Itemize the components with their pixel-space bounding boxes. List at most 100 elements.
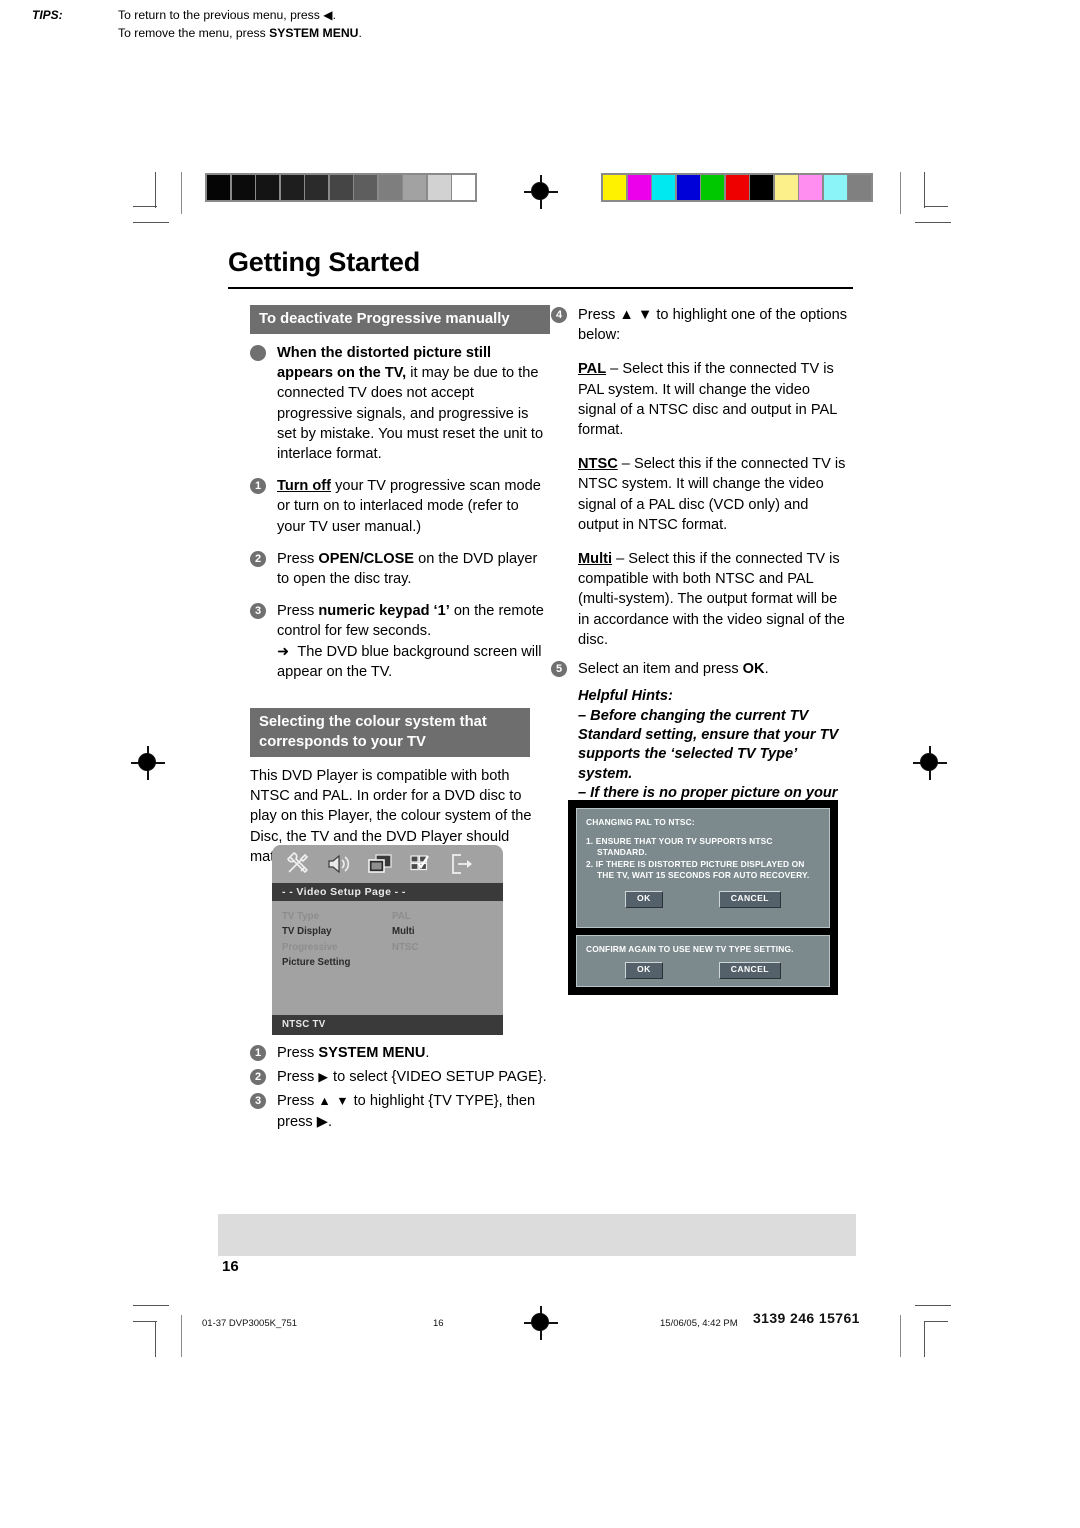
crop-mark-top-right-h	[924, 206, 948, 208]
arrow-right-glyph: ▶	[318, 1070, 329, 1085]
crop-mark-bottom-right-v	[924, 1321, 926, 1357]
bullet-dot-marker	[250, 345, 266, 361]
colour-swatch	[627, 175, 651, 200]
step-a2-post: to select {VIDEO SETUP PAGE}.	[328, 1069, 547, 1086]
crop-mark-bottom-left-h2	[133, 1321, 157, 1323]
greyscale-swatch	[427, 175, 451, 200]
step-marker-a3: 3	[250, 1093, 266, 1110]
step-3-numeric-keypad: 3 Press numeric keypad ‘1’ on the remote…	[250, 601, 550, 682]
step-2-open-close: 2 Press OPEN/CLOSE on the DVD player to …	[250, 549, 550, 589]
speaker-icon[interactable]	[326, 852, 353, 876]
step-marker-4: 4	[551, 307, 567, 323]
option-ntsc: NTSC – Select this if the connected TV i…	[551, 454, 851, 535]
step-a1-pre: Press	[277, 1045, 319, 1061]
dialog-panel2-cancel-button[interactable]: CANCEL	[718, 961, 781, 979]
step-marker-3: 3	[250, 603, 266, 620]
crop-mark-top-left-bleed	[181, 172, 183, 214]
osd-video-setup-page: - - Video Setup Page - - TV Type PAL TV D…	[272, 845, 503, 1035]
step-3-pre: Press	[277, 603, 319, 620]
page-number: 16	[222, 1258, 239, 1275]
step-marker-a2: 2	[250, 1069, 266, 1086]
option-pal: PAL – Select this if the connected TV is…	[551, 359, 851, 440]
osd-label-tv-type: TV Type	[282, 911, 319, 922]
greyscale-swatch	[452, 175, 475, 200]
tv-warning-dialog-screenshot: CHANGING PAL TO NTSC: 1. ENSURE THAT YOU…	[568, 800, 838, 995]
steps-after-osd: 1 Press SYSTEM MENU. 2 Press ▶ to select…	[250, 1043, 550, 1144]
right-column: 4 Press ▲ ▼ to highlight one of the opti…	[551, 305, 851, 855]
preferences-icon[interactable]	[408, 852, 435, 876]
colour-swatch	[799, 175, 822, 200]
step-a3-pre: Press	[277, 1093, 319, 1110]
greyscale-swatch	[403, 175, 426, 200]
crop-mark-bottom-left-v	[155, 1321, 157, 1357]
greyscale-swatch	[207, 175, 230, 200]
crop-mark-top-left-v	[155, 172, 157, 208]
step-a1-bold: SYSTEM MENU	[318, 1045, 426, 1061]
colour-swatch	[823, 175, 847, 200]
option-multi-name: Multi	[578, 551, 613, 568]
option-multi-text: – Select this if the connected TV is com…	[578, 551, 845, 648]
dialog-panel1-title: CHANGING PAL TO NTSC:	[586, 817, 695, 827]
colour-swatch	[603, 175, 626, 200]
step-3-note-text: The DVD blue background screen will appe…	[277, 643, 542, 680]
osd-status-footer: NTSC TV	[272, 1015, 503, 1035]
dialog-panel1-ok-button[interactable]: OK	[625, 890, 663, 909]
dialog-panel1-buttons: OK CANCEL	[586, 890, 820, 909]
tips-footer-bar	[218, 1214, 856, 1256]
slug-filename: 01-37 DVP3005K_751	[202, 1318, 298, 1329]
osd-value-pal: PAL	[392, 911, 411, 922]
step-marker-5: 5	[551, 661, 567, 678]
section-heading-colour-system: Selecting the colour system that corresp…	[250, 708, 530, 758]
osd-label-picture-setting: Picture Setting	[282, 957, 351, 969]
option-pal-text: – Select this if the connected TV is PAL…	[578, 361, 837, 439]
step-a2-pre: Press	[277, 1069, 319, 1086]
step-2-bold: OPEN/CLOSE	[318, 550, 415, 567]
tips-line1-pre: To return to the previous menu, press	[118, 8, 324, 22]
osd-label-progressive: Progressive	[282, 941, 338, 953]
helpful-hint-1: – Before changing the current TV Standar…	[578, 707, 839, 782]
step-3-note: ➜ The DVD blue background screen will ap…	[277, 642, 550, 682]
osd-title: - - Video Setup Page - -	[272, 883, 503, 901]
osd-icon-row	[272, 845, 503, 883]
step-a2-video-setup-page: 2 Press ▶ to select {VIDEO SETUP PAGE}.	[250, 1067, 550, 1087]
option-ntsc-text: – Select this if the connected TV is NTS…	[578, 456, 846, 533]
arrow-updown-glyph: ▲ ▼	[318, 1094, 350, 1109]
colour-swatch	[676, 175, 700, 200]
greyscale-swatch	[329, 175, 353, 200]
tips-line-1: To return to the previous menu, press ◀.	[118, 7, 362, 25]
dialog-panel2-ok-button[interactable]: OK	[625, 961, 663, 979]
step-4-text: Press ▲ ▼ to highlight one of the option…	[578, 307, 848, 344]
crop-mark-bottom-left-bleed	[181, 1315, 183, 1357]
dialog-panel1-line1: 1. ENSURE THAT YOUR TV SUPPORTS NTSC STA…	[586, 835, 773, 858]
greyscale-swatch	[305, 175, 328, 200]
registration-target-bottom	[524, 1306, 558, 1340]
osd-label-tv-display: TV Display	[282, 926, 332, 938]
osd-row-progressive[interactable]: Progressive NTSC	[282, 940, 503, 955]
step-1-turn-off: 1 Turn off your TV progressive scan mode…	[250, 476, 550, 537]
crop-mark-top-right-bleed	[900, 172, 902, 214]
greyscale-swatch	[231, 175, 255, 200]
colour-swatch	[725, 175, 749, 200]
page-title: Getting Started	[228, 247, 421, 277]
osd-row-tv-type[interactable]: TV Type PAL	[282, 909, 503, 924]
tips-text: To return to the previous menu, press ◀.…	[118, 7, 362, 42]
greyscale-calibration-bar	[205, 173, 477, 202]
osd-row-tv-display[interactable]: TV Display Multi	[282, 924, 503, 939]
tools-icon[interactable]	[285, 852, 312, 876]
tips-line2-bold: SYSTEM MENU	[269, 25, 359, 40]
step-a3-tv-type: 3 Press ▲ ▼ to highlight {TV TYPE}, then…	[250, 1091, 550, 1131]
option-pal-name: PAL	[578, 361, 607, 378]
video-icon[interactable]	[367, 852, 394, 876]
dialog-panel1-cancel-button[interactable]: CANCEL	[718, 890, 781, 909]
left-column: To deactivate Progressive manually When …	[250, 305, 550, 879]
dialog-panel2-buttons: OK CANCEL	[586, 961, 820, 979]
crop-mark-bottom-right-bleed	[900, 1315, 902, 1357]
colour-calibration-bar	[601, 173, 873, 202]
tips-line2-post: .	[358, 25, 362, 40]
bullet-distorted-picture: When the distorted picture still appears…	[250, 343, 550, 464]
registration-target-top	[524, 175, 558, 209]
osd-row-picture-setting[interactable]: Picture Setting	[282, 955, 503, 970]
exit-icon[interactable]	[449, 852, 476, 876]
option-multi: Multi – Select this if the connected TV …	[551, 549, 851, 650]
step-5-select-ok: 5 Select an item and press OK.	[551, 659, 851, 679]
